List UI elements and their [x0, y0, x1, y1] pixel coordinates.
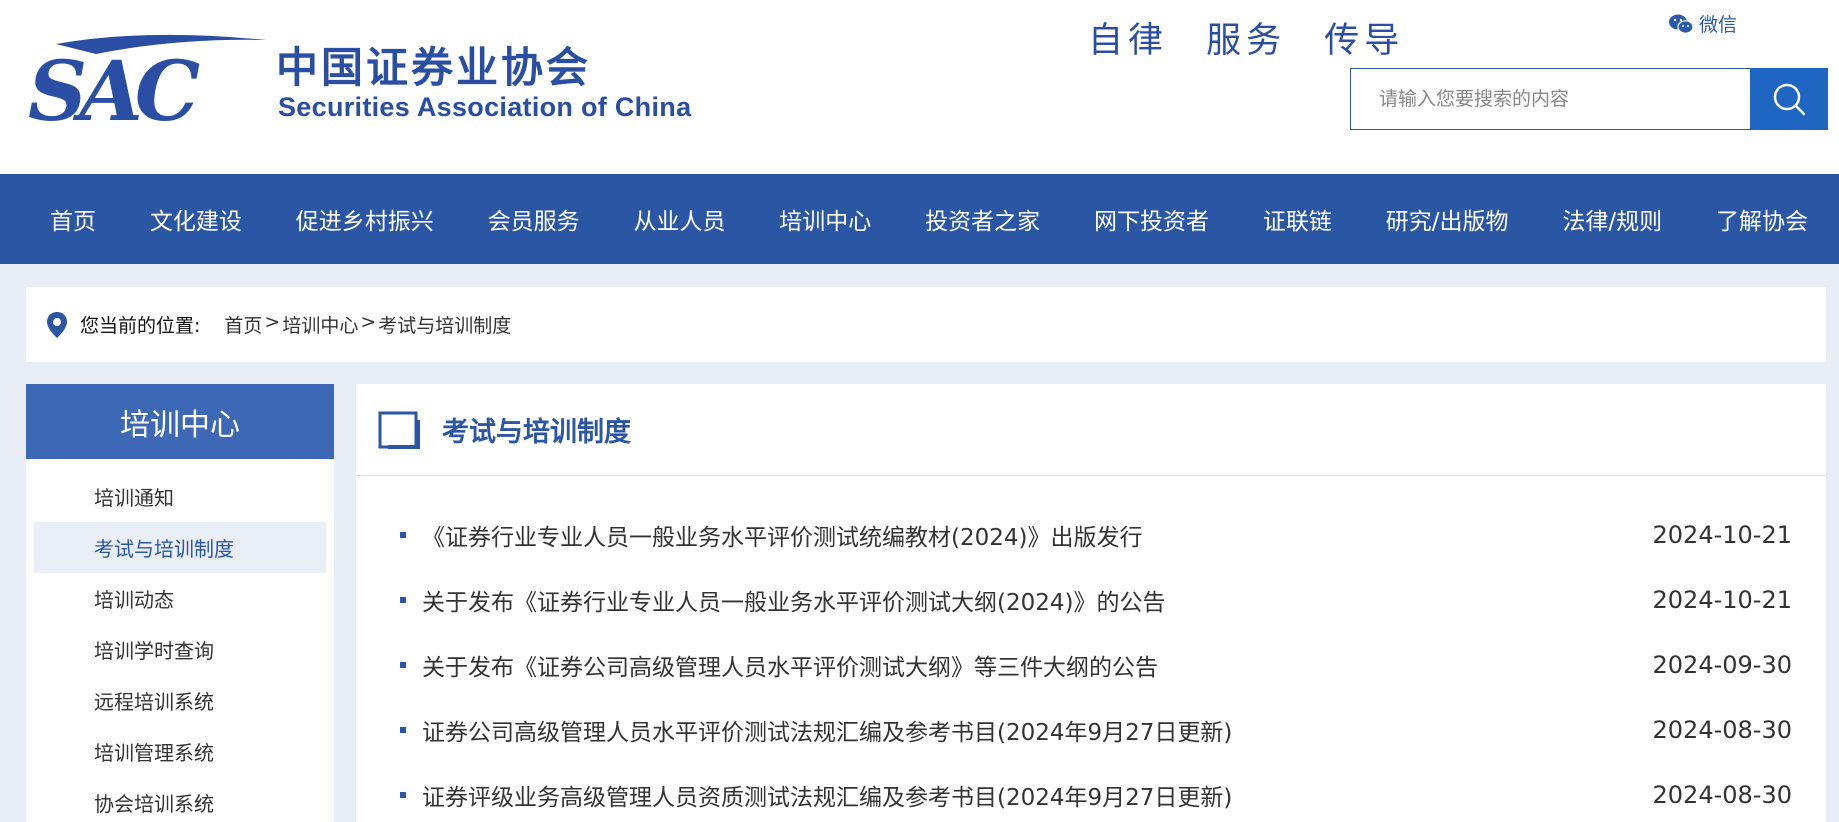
- article-title-link[interactable]: 关于发布《证券公司高级管理人员水平评价测试大纲》等三件大纲的公告: [422, 648, 1653, 682]
- nav-item-training-center[interactable]: 培训中心: [779, 202, 871, 236]
- list-bullet: [400, 596, 406, 603]
- list-bullet: [400, 531, 406, 538]
- article-title-link[interactable]: 证券评级业务高级管理人员资质测试法规汇编及参考书目(2024年9月27日更新): [422, 778, 1653, 812]
- section-title: 考试与培训制度: [442, 417, 631, 448]
- list-item[interactable]: 《证券行业专业人员一般业务水平评价测试统编教材(2024)》出版发行 2024-…: [400, 502, 1792, 567]
- nav-item-home[interactable]: 首页: [50, 202, 96, 236]
- nav-item-culture[interactable]: 文化建设: [150, 202, 242, 236]
- article-title-link[interactable]: 关于发布《证券行业专业人员一般业务水平评价测试大纲(2024)》的公告: [422, 583, 1653, 617]
- article-title-link[interactable]: 证券公司高级管理人员水平评价测试法规汇编及参考书目(2024年9月27日更新): [422, 713, 1653, 747]
- search-icon: [1773, 83, 1806, 116]
- breadcrumb-link-training-center[interactable]: 培训中心: [282, 311, 358, 338]
- nav-item-offline-investors[interactable]: 网下投资者: [1094, 202, 1209, 236]
- sac-logo-mark: SAC: [28, 34, 266, 124]
- section-header: 考试与培训制度: [356, 384, 1826, 476]
- article-list: 《证券行业专业人员一般业务水平评价测试统编教材(2024)》出版发行 2024-…: [356, 476, 1826, 822]
- sidebar: 培训中心 培训通知 考试与培训制度 培训动态 培训学时查询 远程培训系统 培训管…: [26, 384, 334, 822]
- breadcrumb-path: 首页 > 培训中心 > 考试与培训制度: [224, 311, 511, 338]
- breadcrumb-link-home[interactable]: 首页: [224, 311, 262, 338]
- article-date: 2024-08-30: [1652, 715, 1792, 744]
- logo-english-name: Securities Association of China: [278, 92, 692, 122]
- article-date: 2024-10-21: [1652, 520, 1792, 549]
- nav-item-zhenglian-chain[interactable]: 证联链: [1263, 202, 1332, 236]
- article-date: 2024-08-30: [1652, 780, 1792, 809]
- wechat-label: 微信: [1699, 14, 1738, 36]
- sidebar-item-remote-training-system[interactable]: 远程培训系统: [34, 675, 326, 726]
- sidebar-item-association-training-system[interactable]: 协会培训系统: [34, 777, 326, 822]
- breadcrumb-link-current[interactable]: 考试与培训制度: [378, 311, 511, 338]
- article-date: 2024-10-21: [1652, 585, 1792, 614]
- nav-item-member-services[interactable]: 会员服务: [488, 202, 580, 236]
- main-content: 考试与培训制度 《证券行业专业人员一般业务水平评价测试统编教材(2024)》出版…: [356, 384, 1826, 822]
- logo-chinese-name: 中国证券业协会: [276, 43, 592, 92]
- breadcrumb-label: 您当前的位置:: [80, 315, 201, 337]
- site-logo[interactable]: SAC 中国证券业协会 Securities Association of Ch…: [26, 34, 706, 124]
- sidebar-title: 培训中心: [26, 384, 334, 459]
- nav-item-rural-revitalization[interactable]: 促进乡村振兴: [296, 202, 434, 236]
- main-nav: 首页 文化建设 促进乡村振兴 会员服务 从业人员 培训中心 投资者之家 网下投资…: [0, 174, 1839, 264]
- sidebar-item-exam-training-system[interactable]: 考试与培训制度: [34, 522, 326, 573]
- list-item[interactable]: 证券公司高级管理人员水平评价测试法规汇编及参考书目(2024年9月27日更新) …: [400, 697, 1792, 762]
- svg-text:SAC: SAC: [28, 44, 200, 124]
- wechat-link[interactable]: 微信: [1668, 10, 1737, 37]
- search-button[interactable]: [1750, 68, 1828, 130]
- list-item[interactable]: 证券评级业务高级管理人员资质测试法规汇编及参考书目(2024年9月27日更新) …: [400, 762, 1792, 822]
- nav-item-investor-home[interactable]: 投资者之家: [925, 202, 1040, 236]
- nav-item-laws-rules[interactable]: 法律/规则: [1562, 202, 1662, 236]
- article-date: 2024-09-30: [1652, 650, 1792, 679]
- section-box-icon: [378, 411, 420, 449]
- list-bullet: [400, 661, 406, 668]
- list-bullet: [400, 791, 406, 798]
- location-pin-icon: [47, 311, 67, 338]
- breadcrumb: 您当前的位置: 首页 > 培训中心 > 考试与培训制度: [26, 287, 1826, 362]
- breadcrumb-separator: >: [360, 311, 377, 333]
- search-input[interactable]: [1350, 68, 1750, 130]
- site-header: SAC 中国证券业协会 Securities Association of Ch…: [0, 0, 1839, 174]
- sidebar-item-training-management-system[interactable]: 培训管理系统: [34, 726, 326, 777]
- sidebar-item-training-hours-query[interactable]: 培训学时查询: [34, 624, 326, 675]
- nav-item-practitioners[interactable]: 从业人员: [633, 202, 725, 236]
- site-slogan: 自律 服务 传导: [1088, 21, 1405, 61]
- article-title-link[interactable]: 《证券行业专业人员一般业务水平评价测试统编教材(2024)》出版发行: [422, 518, 1653, 552]
- nav-item-research[interactable]: 研究/出版物: [1386, 202, 1509, 236]
- sidebar-item-training-notice[interactable]: 培训通知: [34, 471, 326, 522]
- sidebar-item-training-news[interactable]: 培训动态: [34, 573, 326, 624]
- list-item[interactable]: 关于发布《证券行业专业人员一般业务水平评价测试大纲(2024)》的公告 2024…: [400, 567, 1792, 632]
- sidebar-list: 培训通知 考试与培训制度 培训动态 培训学时查询 远程培训系统 培训管理系统 协…: [26, 459, 334, 822]
- search-bar: [1350, 68, 1828, 130]
- list-item[interactable]: 关于发布《证券公司高级管理人员水平评价测试大纲》等三件大纲的公告 2024-09…: [400, 632, 1792, 697]
- list-bullet: [400, 726, 406, 733]
- wechat-icon: [1669, 14, 1694, 34]
- nav-item-about[interactable]: 了解协会: [1716, 202, 1808, 236]
- breadcrumb-separator: >: [264, 311, 281, 333]
